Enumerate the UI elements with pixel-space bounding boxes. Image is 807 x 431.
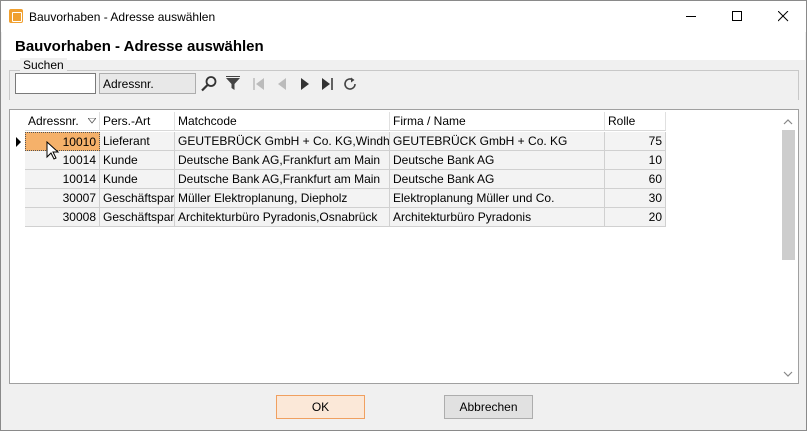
ok-button[interactable]: OK [276,395,365,419]
row-indicator [12,208,25,227]
cell-matchcode[interactable]: GEUTEBRÜCK GmbH + Co. KG,Windhagen [175,132,390,151]
search-button[interactable] [199,74,219,94]
previous-record-button[interactable] [272,74,292,94]
first-record-button[interactable] [249,74,269,94]
last-record-button[interactable] [317,74,337,94]
refresh-button[interactable] [340,74,360,94]
cell-persart[interactable]: Lieferant [100,132,175,151]
cell-firma[interactable]: Deutsche Bank AG [390,151,605,170]
last-record-icon [322,78,333,90]
cell-persart[interactable]: Kunde [100,170,175,189]
cell-matchcode[interactable]: Deutsche Bank AG,Frankfurt am Main [175,151,390,170]
cell-adressnr[interactable]: 30008 [25,208,100,227]
cell-firma[interactable]: Architekturbüro Pyradonis [390,208,605,227]
minimize-icon [685,16,696,17]
cell-rolle[interactable]: 60 [605,170,666,189]
search-field-select[interactable]: Adressnr. [99,73,196,94]
column-header-rolle[interactable]: Rolle [605,112,666,131]
dialog-window: Bauvorhaben - Adresse auswählen Bauvorha… [0,0,807,431]
previous-record-icon [278,78,286,90]
page-title: Bauvorhaben - Adresse auswählen [15,38,264,55]
next-record-icon [301,78,309,90]
sort-indicator-icon [88,118,96,124]
column-header-label: Adressnr. [28,114,79,128]
close-icon [777,11,788,22]
first-record-icon [253,78,264,90]
cell-adressnr[interactable]: 10014 [25,151,100,170]
cell-firma[interactable]: Elektroplanung Müller und Co. [390,189,605,208]
cell-adressnr[interactable]: 30007 [25,189,100,208]
mouse-cursor-icon [46,141,60,160]
filter-icon [226,76,240,90]
scroll-down-icon[interactable] [780,367,796,381]
row-indicator [12,189,25,208]
close-button[interactable] [760,1,806,32]
search-input[interactable] [15,73,96,94]
search-icon [201,76,217,92]
cell-rolle[interactable]: 30 [605,189,666,208]
cell-firma[interactable]: Deutsche Bank AG [390,170,605,189]
next-record-button[interactable] [295,74,315,94]
cell-rolle[interactable]: 10 [605,151,666,170]
cell-matchcode[interactable]: Deutsche Bank AG,Frankfurt am Main [175,170,390,189]
search-group-label: Suchen [20,58,67,72]
cell-matchcode[interactable]: Architekturbüro Pyradonis,Osnabrück [175,208,390,227]
cell-rolle[interactable]: 75 [605,132,666,151]
current-row-marker-icon [16,137,21,147]
column-header-firma[interactable]: Firma / Name [390,112,605,131]
cell-adressnr[interactable]: 10014 [25,170,100,189]
column-header-adressnr[interactable]: Adressnr. [25,112,100,131]
cell-rolle[interactable]: 20 [605,208,666,227]
refresh-icon [344,77,356,90]
row-indicator [12,151,25,170]
window-title: Bauvorhaben - Adresse auswählen [29,10,216,24]
column-header-persart[interactable]: Pers.-Art [100,112,175,131]
cell-matchcode[interactable]: Müller Elektroplanung, Diepholz [175,189,390,208]
cell-adressnr[interactable]: 10010 [25,132,100,151]
vertical-scrollbar[interactable] [780,114,796,382]
minimize-button[interactable] [668,1,714,32]
app-icon [9,9,23,23]
cell-firma[interactable]: GEUTEBRÜCK GmbH + Co. KG [390,132,605,151]
cancel-button[interactable]: Abbrechen [444,395,533,419]
cell-persart[interactable]: Kunde [100,151,175,170]
scrollbar-thumb[interactable] [782,130,795,260]
maximize-button[interactable] [714,1,760,32]
cell-persart[interactable]: Geschäftspartner [100,208,175,227]
row-indicator [12,132,25,151]
maximize-icon [731,11,742,21]
dialog-header: Bauvorhaben - Adresse auswählen [2,32,805,60]
scroll-up-icon[interactable] [780,115,796,129]
row-indicator [12,170,25,189]
title-bar: Bauvorhaben - Adresse auswählen [1,1,806,32]
filter-button[interactable] [223,74,243,94]
column-header-matchcode[interactable]: Matchcode [175,112,390,131]
cell-persart[interactable]: Geschäftspartner [100,189,175,208]
